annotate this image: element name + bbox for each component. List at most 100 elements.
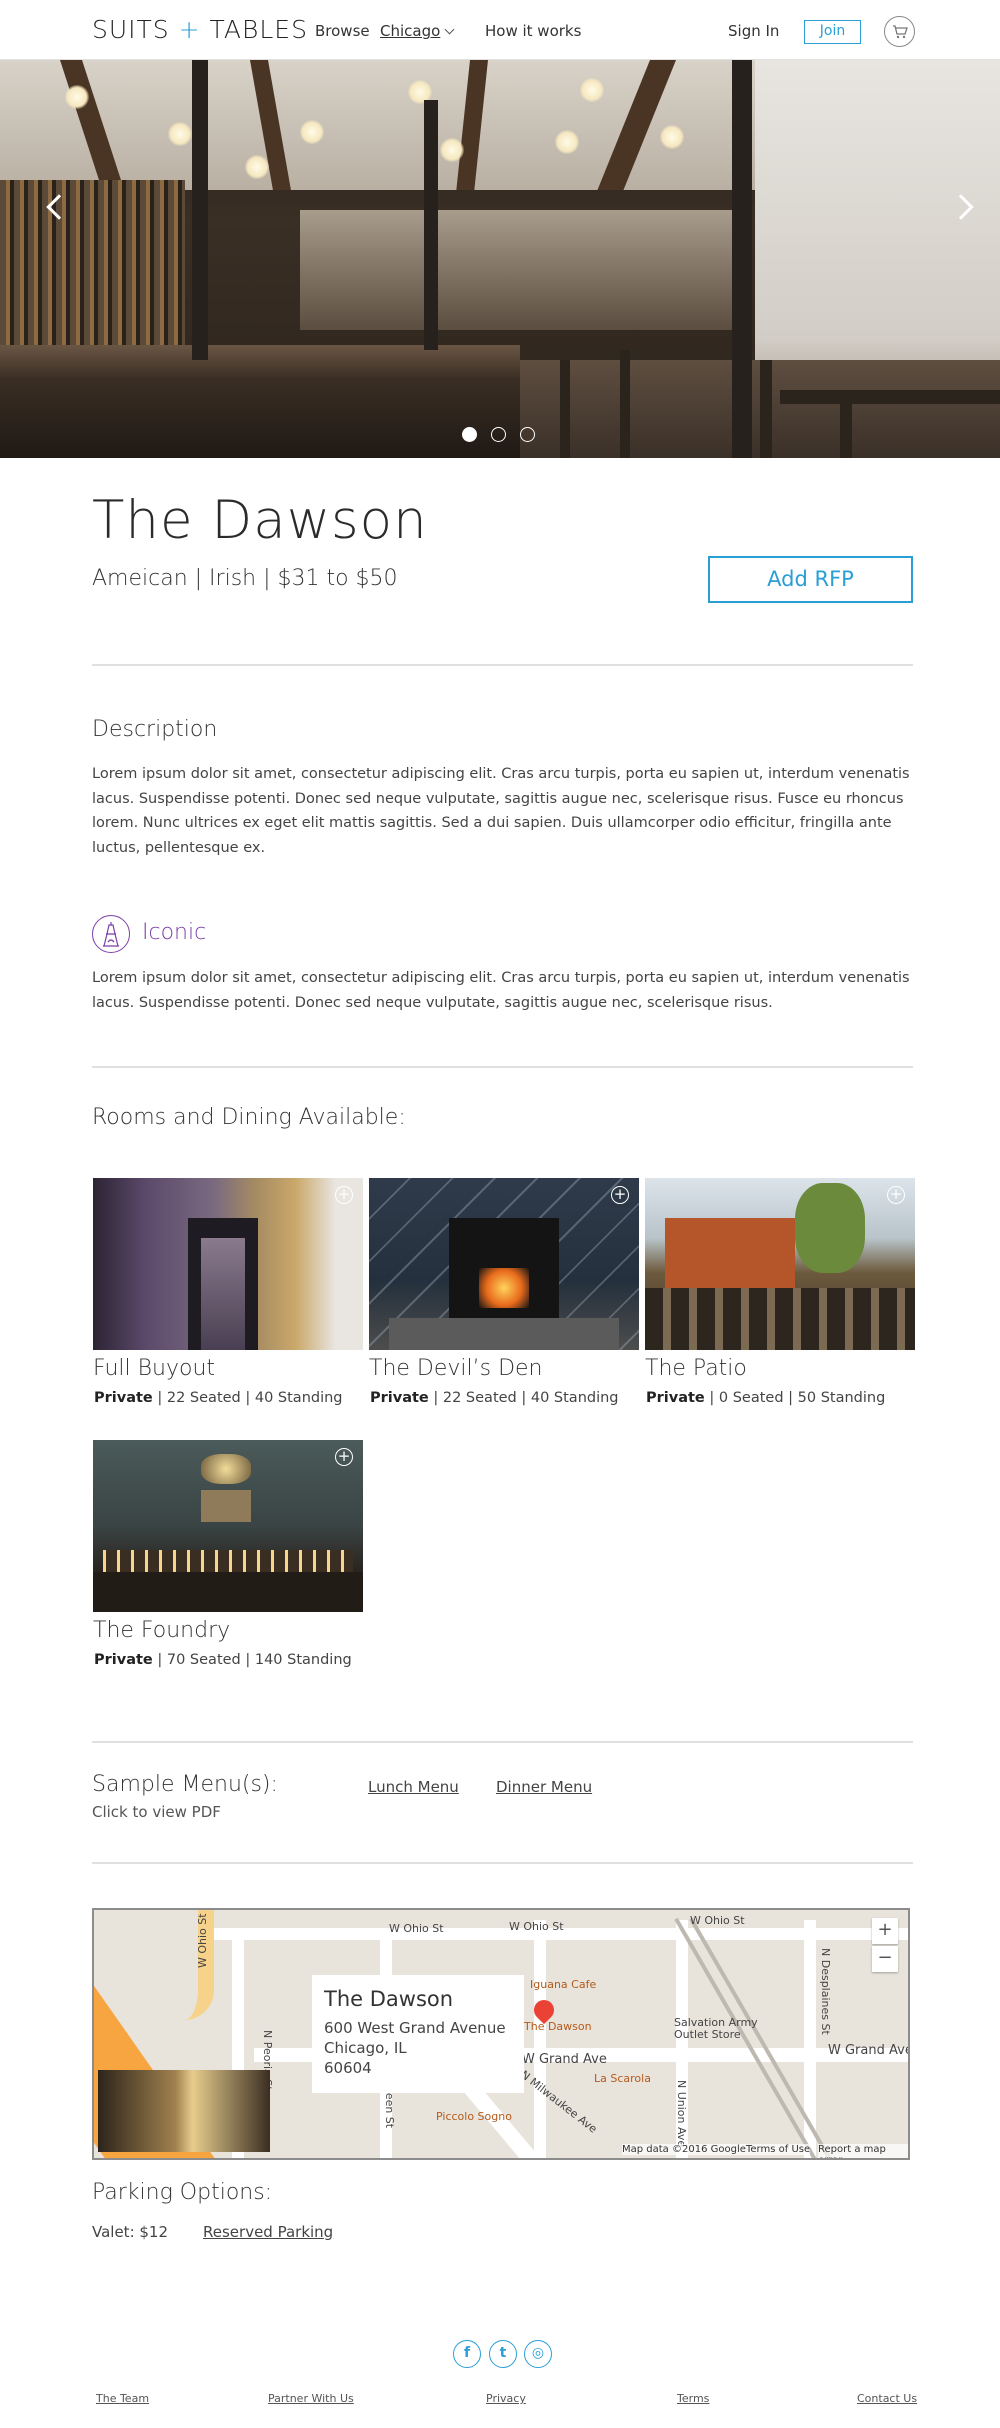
hero-carousel	[0, 60, 1000, 458]
hero-light	[245, 155, 269, 179]
room-name: The Patio	[645, 1356, 747, 1381]
menus-subtext: Click to view PDF	[92, 1803, 221, 1821]
hero-light	[440, 138, 464, 162]
divider	[92, 1862, 913, 1864]
room-type: Private	[646, 1390, 705, 1406]
join-button[interactable]: Join	[804, 20, 861, 44]
hero-chair	[620, 350, 630, 458]
room-meta: Private | 22 Seated | 40 Standing	[94, 1390, 343, 1406]
divider	[92, 1741, 913, 1743]
hero-light	[555, 130, 579, 154]
room-name: The Foundry	[93, 1618, 231, 1643]
lunch-menu-link[interactable]: Lunch Menu	[368, 1778, 459, 1796]
reserved-parking-link[interactable]: Reserved Parking	[203, 2223, 333, 2241]
carousel-dot[interactable]	[520, 427, 535, 442]
venue-title: The Dawson	[92, 490, 428, 551]
add-room-icon[interactable]: +	[335, 1448, 353, 1466]
room-meta: Private | 22 Seated | 40 Standing	[370, 1390, 619, 1406]
carousel-dot[interactable]	[462, 427, 477, 442]
footer-contact-link[interactable]: Contact Us	[857, 2392, 917, 2405]
add-room-icon[interactable]: +	[611, 1186, 629, 1204]
room-photo[interactable]	[93, 1440, 363, 1612]
map-poi: Outlet Store	[674, 2028, 741, 2041]
map-card-zip: 60604	[324, 2059, 372, 2077]
hero-chair	[840, 400, 852, 458]
map-street: W Ohio St	[196, 1913, 209, 1968]
footer-terms-link[interactable]: Terms	[677, 2392, 709, 2405]
room-photo[interactable]	[645, 1178, 915, 1350]
facebook-icon[interactable]: f	[453, 2340, 481, 2368]
room-name: Full Buyout	[93, 1356, 216, 1381]
room-type: Private	[94, 1390, 153, 1406]
map-card-title: The Dawson	[324, 1987, 454, 2011]
hero-chair	[760, 360, 772, 458]
map-road	[534, 1920, 546, 2158]
footer-privacy-link[interactable]: Privacy	[486, 2392, 526, 2405]
add-room-icon[interactable]: +	[887, 1186, 905, 1204]
map-venue-thumbnail	[98, 2070, 270, 2152]
nav-how-it-works[interactable]: How it works	[485, 22, 581, 40]
room-name: The Devil’s Den	[369, 1356, 543, 1381]
dinner-menu-link[interactable]: Dinner Menu	[496, 1778, 592, 1796]
room-meta: Private | 70 Seated | 140 Standing	[94, 1652, 352, 1668]
rooms-heading: Rooms and Dining Available:	[92, 1105, 406, 1130]
hero-light	[168, 122, 192, 146]
venue-subtitle: Ameican | Irish | $31 to $50	[92, 566, 398, 591]
logo[interactable]: SUITS + TABLES	[92, 15, 308, 44]
room-details: | 22 Seated | 40 Standing	[152, 1390, 343, 1406]
zoom-in-button[interactable]: +	[872, 1918, 898, 1944]
divider	[92, 664, 913, 666]
city-dropdown[interactable]: Chicago	[380, 22, 440, 40]
hero-bar	[0, 345, 520, 458]
add-room-icon[interactable]: +	[335, 1186, 353, 1204]
footer-partner-link[interactable]: Partner With Us	[268, 2392, 354, 2405]
iconic-label: Iconic	[142, 920, 207, 945]
hero-light	[65, 85, 89, 109]
room-photo[interactable]	[93, 1178, 363, 1350]
hero-kitchen	[300, 210, 740, 330]
twitter-icon[interactable]: t	[489, 2340, 517, 2368]
map-info-card: The Dawson 600 West Grand Avenue Chicago…	[312, 1975, 524, 2093]
hero-pillar	[424, 100, 438, 350]
carousel-dot[interactable]	[491, 427, 506, 442]
sign-in-link[interactable]: Sign In	[728, 22, 779, 40]
hero-pillar	[192, 60, 208, 360]
map-street: W Grand Ave	[522, 2052, 607, 2067]
hero-shelf	[0, 180, 185, 350]
room-type: Private	[370, 1390, 429, 1406]
map-attribution: Map data ©2016 Google	[622, 2144, 746, 2155]
room-details: | 22 Seated | 40 Standing	[428, 1390, 619, 1406]
map-card-city: Chicago, IL	[324, 2039, 407, 2057]
parking-heading: Parking Options:	[92, 2180, 273, 2205]
add-rfp-button[interactable]: Add RFP	[708, 556, 913, 603]
cart-button[interactable]	[884, 16, 915, 47]
map-street: W Ohio St	[690, 1914, 745, 1927]
instagram-icon[interactable]: ◎	[524, 2340, 552, 2368]
hero-light	[580, 78, 604, 102]
map-card-address: 600 West Grand Avenue	[324, 2019, 506, 2037]
logo-plus: +	[178, 15, 201, 44]
location-map[interactable]: W Ohio St W Ohio St W Ohio St W Ohio St …	[92, 1908, 910, 2160]
divider	[92, 1066, 913, 1068]
room-details: | 70 Seated | 140 Standing	[152, 1652, 352, 1668]
map-street: N Milwaukee Ave	[517, 2068, 600, 2136]
map-street: N Desplaines St	[819, 1948, 832, 2035]
hero-pillar	[732, 60, 752, 458]
logo-text-left: SUITS	[92, 15, 170, 44]
description-text: Lorem ipsum dolor sit amet, consectetur …	[92, 766, 910, 856]
parking-valet: Valet: $12	[92, 2223, 169, 2241]
footer-team-link[interactable]: The Team	[96, 2392, 149, 2405]
map-report-link[interactable]: Report a map error	[818, 2144, 908, 2158]
zoom-out-button[interactable]: −	[872, 1946, 898, 1972]
hero-table	[780, 390, 1000, 404]
hero-light	[300, 120, 324, 144]
room-type: Private	[94, 1652, 153, 1668]
map-terms-link[interactable]: Terms of Use	[746, 2144, 811, 2155]
cart-icon	[893, 25, 908, 39]
description-heading: Description	[92, 717, 218, 742]
site-header: SUITS + TABLES Browse Chicago How it wor…	[0, 0, 1000, 60]
room-photo[interactable]	[369, 1178, 639, 1350]
chevron-down-icon[interactable]	[444, 24, 455, 35]
map-street: W Grand Ave	[828, 2043, 910, 2058]
room-meta: Private | 0 Seated | 50 Standing	[646, 1390, 885, 1406]
